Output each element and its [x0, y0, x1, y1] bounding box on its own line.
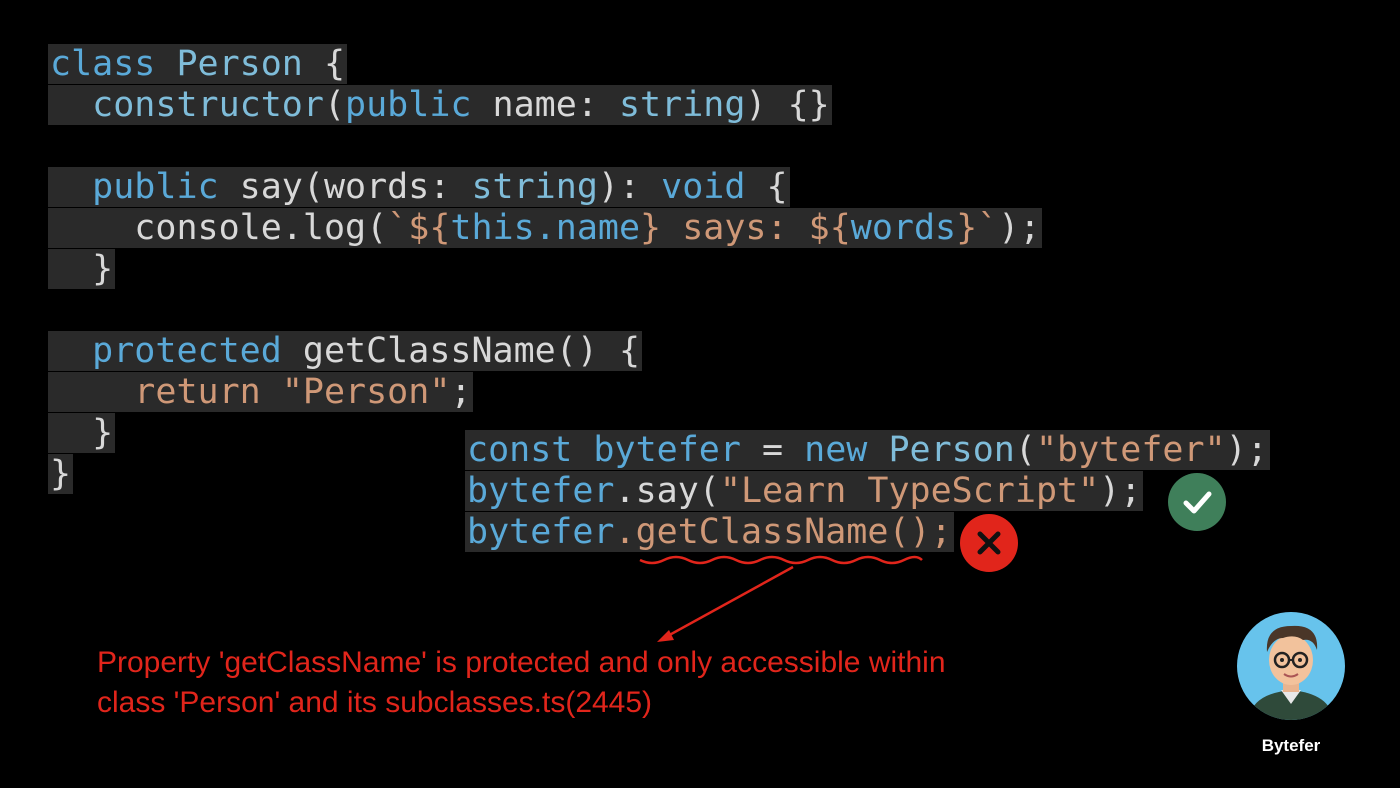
error-arrow-head	[657, 630, 674, 642]
author-name: Bytefer	[1261, 736, 1321, 755]
checkmark-icon	[1168, 473, 1226, 531]
error-arrow-line	[663, 565, 794, 640]
error-line-2: class 'Person' and its subclasses.ts(244…	[97, 686, 653, 719]
error-message: Property 'getClassName' is protected and…	[97, 643, 946, 723]
error-squiggle	[639, 555, 923, 565]
avatar	[1237, 612, 1345, 720]
avatar-illustration	[1249, 625, 1333, 720]
cross-icon	[960, 514, 1018, 572]
error-line-1: Property 'getClassName' is protected and…	[97, 646, 946, 679]
